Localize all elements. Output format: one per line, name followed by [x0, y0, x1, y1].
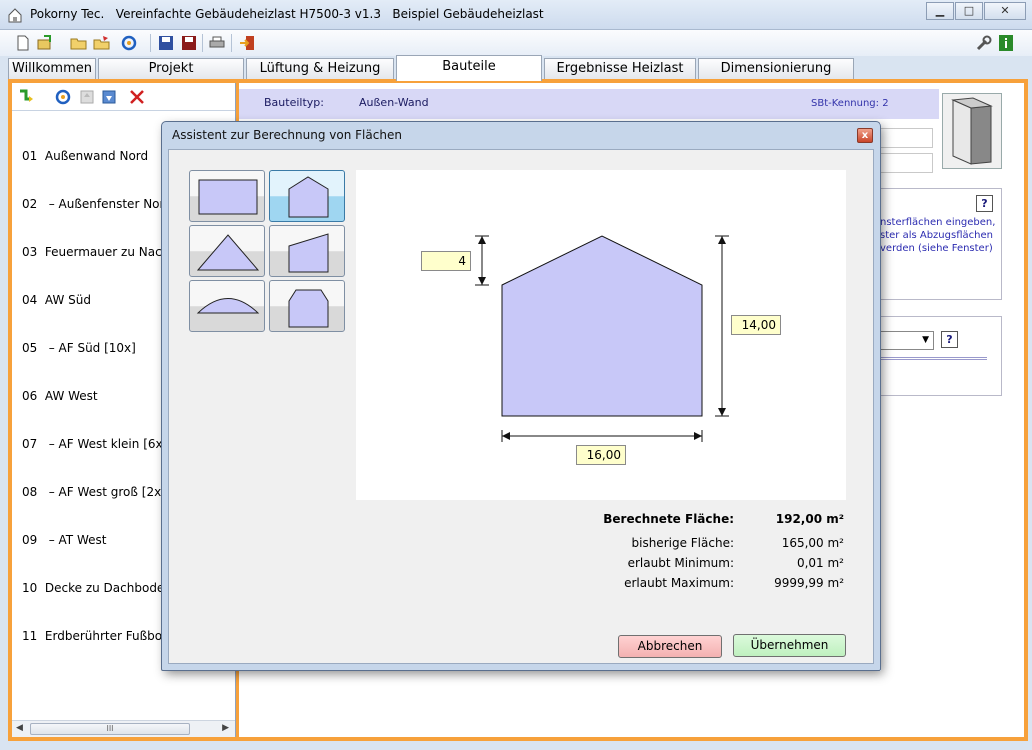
bauteil-tree: 01 Außenwand Nord 02 – Außenfenster Nord…	[22, 116, 172, 676]
scroll-left-icon[interactable]: ◀	[16, 723, 23, 733]
save-icon[interactable]	[157, 34, 175, 52]
app-house-icon	[8, 8, 22, 23]
dialog-title: Assistent zur Berechnung von Flächen	[172, 128, 402, 142]
tree-item[interactable]: 11 Erdberührter Fußbod	[22, 628, 172, 644]
toolbar-separator	[202, 34, 203, 52]
tab-lueftung-heizung[interactable]: Lüftung & Heizung	[246, 58, 394, 79]
tab-projekt[interactable]: Projekt	[98, 58, 244, 79]
computed-area-label: Berechnete Fläche:	[603, 512, 734, 526]
bauteil-header: Bauteiltyp: Außen-Wand SBt-Kennung: 2	[239, 89, 939, 119]
tab-ergebnisse-heizlast[interactable]: Ergebnisse Heizlast	[544, 58, 696, 79]
title-bar: Pokorny Tec. Vereinfachte Gebäudeheizlas…	[0, 0, 1032, 30]
sbt-kennung: SBt-Kennung: 2	[811, 98, 889, 109]
export-folder-icon[interactable]	[93, 34, 111, 52]
gable-shape-icon	[288, 176, 329, 218]
tree-item[interactable]: 10 Decke zu Dachboden	[22, 580, 172, 596]
shape-triangle-button[interactable]	[189, 225, 265, 277]
tree-item[interactable]: 09 – AT West	[22, 532, 172, 548]
import-icon[interactable]	[36, 34, 54, 52]
scroll-thumb[interactable]: III	[30, 723, 190, 735]
move-down-icon[interactable]	[100, 89, 118, 105]
tree-item[interactable]: 01 Außenwand Nord	[22, 148, 172, 164]
info-text: nsterflächen eingeben, ster als Abzugsfl…	[880, 217, 996, 254]
toolbar-separator	[150, 34, 151, 52]
copy-icon[interactable]	[54, 89, 72, 105]
maximize-button[interactable]: □	[955, 2, 983, 20]
shape-arched-button[interactable]	[269, 280, 345, 332]
help-button-2[interactable]: ?	[941, 331, 958, 348]
width-input[interactable]: 16,00	[576, 445, 626, 465]
option-dropdown[interactable]: ▼	[880, 331, 934, 350]
arched-shape-icon	[288, 289, 329, 328]
tree-item[interactable]: 08 – AF West groß [2x]	[22, 484, 172, 500]
detail-field-1[interactable]	[879, 128, 933, 148]
total-height-input[interactable]: 14,00	[731, 315, 781, 335]
tab-dimensionierung[interactable]: Dimensionierung	[698, 58, 854, 79]
list-toolbar	[12, 83, 235, 111]
wall-preview-image	[942, 93, 1002, 169]
tree-item[interactable]: 03 Feuermauer zu Nach	[22, 244, 172, 260]
new-file-icon[interactable]	[14, 34, 32, 52]
previous-area-value: 165,00 m²	[781, 536, 844, 550]
dialog-body: 4 14,00 16,00 Berechnete Fläche: 192,00 …	[168, 149, 874, 664]
rectangle-shape-icon	[198, 179, 258, 215]
main-toolbar	[0, 30, 1032, 56]
exit-icon[interactable]	[238, 34, 256, 52]
toolbar-separator	[231, 34, 232, 52]
apply-button[interactable]: Übernehmen	[733, 634, 846, 657]
wall-icon	[951, 97, 993, 165]
window-controls: ▁ □ ✕	[925, 2, 1026, 20]
refresh-icon[interactable]	[121, 34, 139, 52]
tree-item[interactable]: 02 – Außenfenster Nord	[22, 196, 172, 212]
options-box	[879, 316, 1002, 396]
arc-segment-shape-icon	[196, 298, 260, 314]
tab-bar: Willkommen Projekt Lüftung & Heizung Bau…	[0, 55, 1032, 81]
max-area-value: 9999,99 m²	[774, 576, 844, 590]
tree-item[interactable]: 05 – AF Süd [10x]	[22, 340, 172, 356]
area-wizard-dialog: Assistent zur Berechnung von Flächen x 4…	[161, 121, 881, 671]
save-as-icon[interactable]	[180, 34, 198, 52]
minimize-button[interactable]: ▁	[926, 2, 954, 20]
gable-height-input[interactable]: 4	[421, 251, 471, 271]
delete-icon[interactable]	[128, 89, 146, 105]
min-area-value: 0,01 m²	[796, 556, 844, 570]
min-area-label: erlaubt Minimum:	[627, 556, 734, 570]
scroll-right-icon[interactable]: ▶	[222, 723, 229, 733]
previous-area-label: bisherige Fläche:	[631, 536, 735, 550]
horizontal-scrollbar[interactable]: ◀ III ▶	[12, 720, 235, 737]
chevron-down-icon: ▼	[922, 335, 929, 345]
detail-field-2[interactable]	[879, 153, 933, 173]
settings-wrench-icon[interactable]	[975, 34, 993, 52]
close-window-button[interactable]: ✕	[984, 2, 1026, 20]
triangle-shape-icon	[196, 234, 260, 271]
trapezoid-shape-icon	[288, 233, 329, 273]
shape-canvas: 4 14,00 16,00	[356, 170, 846, 500]
bauteiltyp-value: Außen-Wand	[359, 96, 429, 109]
window-title: Pokorny Tec. Vereinfachte Gebäudeheizlas…	[30, 7, 544, 21]
shape-gable-button[interactable]	[269, 170, 345, 222]
tab-bauteile[interactable]: Bauteile	[396, 55, 542, 81]
computed-area-value: 192,00 m²	[775, 512, 844, 526]
help-button[interactable]: ?	[976, 195, 993, 212]
cancel-button[interactable]: Abbrechen	[618, 635, 722, 658]
tab-willkommen[interactable]: Willkommen	[8, 58, 96, 79]
add-item-arrow-icon[interactable]	[18, 89, 36, 105]
tree-item[interactable]: 06 AW West	[22, 388, 172, 404]
print-icon[interactable]	[208, 34, 226, 52]
divider	[880, 357, 987, 360]
dialog-close-button[interactable]: x	[857, 128, 873, 143]
shape-segment-button[interactable]	[189, 280, 265, 332]
open-folder-icon[interactable]	[70, 34, 88, 52]
max-area-label: erlaubt Maximum:	[624, 576, 734, 590]
shape-trapezoid-button[interactable]	[269, 225, 345, 277]
bauteiltyp-label: Bauteiltyp:	[264, 96, 324, 109]
tree-item[interactable]: 07 – AF West klein [6x	[22, 436, 172, 452]
tree-item[interactable]: 04 AW Süd	[22, 292, 172, 308]
shape-rectangle-button[interactable]	[189, 170, 265, 222]
info-icon[interactable]	[997, 34, 1015, 52]
move-up-icon[interactable]	[78, 89, 96, 105]
